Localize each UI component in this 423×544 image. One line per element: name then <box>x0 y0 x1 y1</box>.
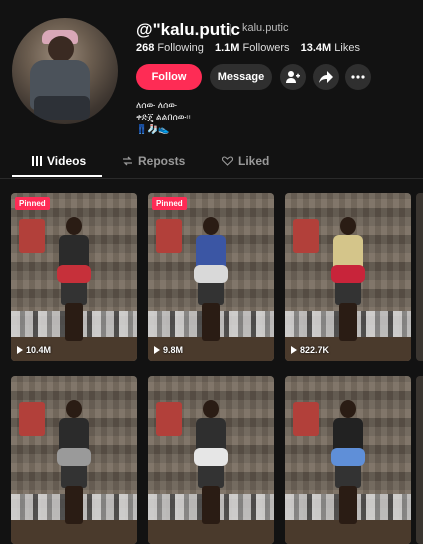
following-label[interactable]: Following <box>157 42 203 54</box>
view-count-text: 9.8M <box>163 345 184 355</box>
avatar-legs <box>34 96 90 120</box>
more-options-button[interactable] <box>345 64 371 90</box>
bio-line: ቀድጄ ልልበሰው፡፡ <box>136 112 191 122</box>
profile-avatar[interactable] <box>12 18 118 124</box>
active-tab-indicator <box>12 175 102 177</box>
video-thumbnail[interactable] <box>148 376 274 544</box>
red-suitcase <box>156 219 182 253</box>
view-count: 822.7K <box>291 345 329 355</box>
video-person <box>57 217 91 347</box>
video-thumbnail-partial[interactable] <box>416 193 423 361</box>
more-dots-icon <box>351 75 365 79</box>
message-button[interactable]: Message <box>210 64 272 90</box>
red-suitcase <box>156 402 182 436</box>
red-suitcase <box>19 402 45 436</box>
play-icon <box>17 346 23 354</box>
view-count: 10.4M <box>17 345 51 355</box>
tab-videos[interactable]: Videos <box>32 154 86 168</box>
video-thumbnail[interactable]: 822.7K <box>285 193 411 361</box>
add-friend-button[interactable] <box>280 64 306 90</box>
red-suitcase <box>293 219 319 253</box>
video-person <box>331 217 365 347</box>
video-thumbnail-partial[interactable] <box>416 376 423 544</box>
tab-label: Reposts <box>138 154 186 168</box>
pinned-badge: Pinned <box>152 197 187 210</box>
share-button[interactable] <box>313 64 339 90</box>
view-count: 9.8M <box>154 345 183 355</box>
bio-line: ለሰው ለሰው <box>136 100 177 110</box>
avatar-head <box>48 36 74 62</box>
video-thumbnail[interactable] <box>285 376 411 544</box>
video-thumbnail[interactable]: Pinned 10.4M <box>11 193 137 361</box>
play-icon <box>291 346 297 354</box>
repost-icon <box>123 156 132 166</box>
heart-icon <box>222 156 233 166</box>
video-person <box>194 400 228 530</box>
video-thumbnail[interactable] <box>11 376 137 544</box>
share-arrow-icon <box>319 71 333 83</box>
likes-count: 13.4M <box>300 42 332 54</box>
video-person <box>331 400 365 530</box>
play-icon <box>154 346 160 354</box>
profile-username: @"kalu.putic <box>136 20 240 39</box>
bio-line: 👖🧦👟 <box>136 124 170 134</box>
red-suitcase <box>293 402 319 436</box>
video-person <box>57 400 91 530</box>
divider <box>230 24 231 36</box>
following-count[interactable]: 268 <box>136 42 154 54</box>
view-count-text: 822.7K <box>300 345 330 355</box>
likes-label: Likes <box>334 42 360 54</box>
tab-label: Liked <box>238 154 270 168</box>
red-suitcase <box>19 219 45 253</box>
tab-label: Videos <box>47 154 87 168</box>
video-thumbnail[interactable]: Pinned 9.8M <box>148 193 274 361</box>
tab-liked[interactable]: Liked <box>222 154 269 168</box>
tab-reposts[interactable]: Reposts <box>122 154 185 168</box>
profile-stats: 268 Following 1.1M Followers 13.4M Likes <box>136 42 368 54</box>
follow-button[interactable]: Follow <box>136 64 202 90</box>
grid-icon <box>32 156 42 166</box>
followers-count[interactable]: 1.1M <box>215 42 239 54</box>
profile-handle: kalu.putic <box>242 22 289 34</box>
add-user-icon <box>286 71 300 83</box>
pinned-badge: Pinned <box>15 197 50 210</box>
view-count-text: 10.4M <box>26 345 52 355</box>
video-person <box>194 217 228 347</box>
followers-label[interactable]: Followers <box>242 42 289 54</box>
